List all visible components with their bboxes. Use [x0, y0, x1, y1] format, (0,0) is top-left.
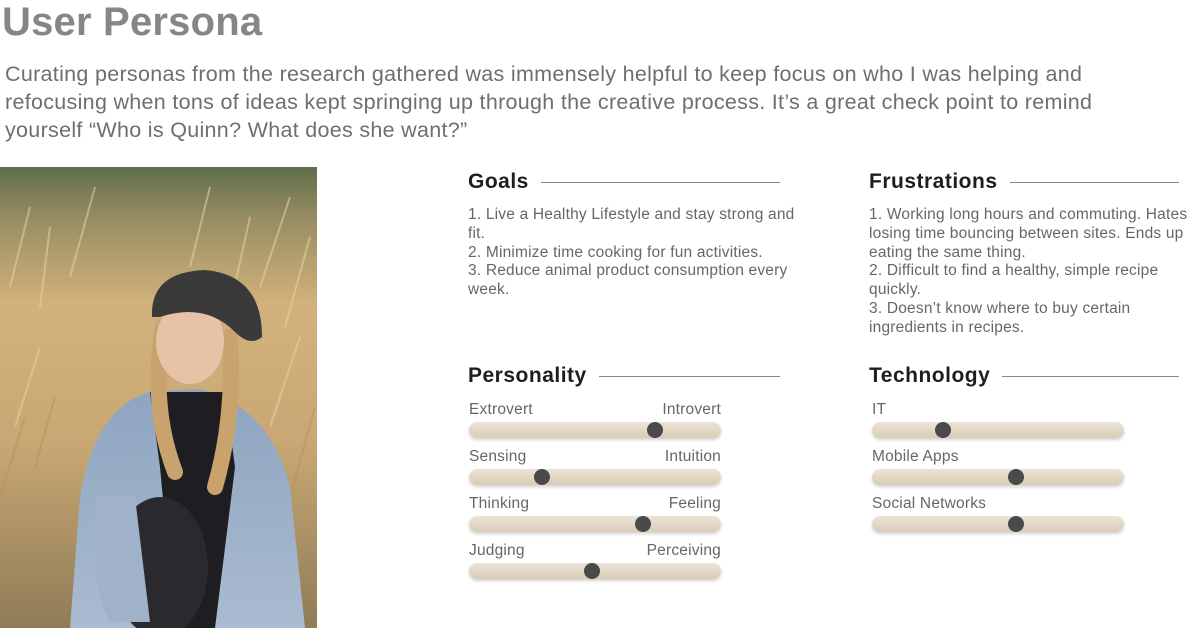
personality-header: Personality	[468, 364, 780, 388]
personality-scale-sensing-intuition: Sensing Intuition	[469, 448, 721, 485]
technology-scale-social-networks: Social Networks	[872, 495, 1124, 532]
scale-right-label: Introvert	[662, 401, 721, 418]
frustration-item: 3. Doesn’t know where to buy certain ing…	[869, 299, 1131, 336]
scale-knob[interactable]	[1007, 516, 1024, 532]
scale-knob[interactable]	[584, 563, 601, 579]
persona-photo	[0, 167, 317, 628]
technology-scale-mobile-apps: Mobile Apps	[872, 448, 1124, 485]
intro-paragraph: Curating personas from the research gath…	[5, 62, 1093, 142]
frustrations-heading: Frustrations	[869, 170, 998, 193]
scale-label: IT	[872, 401, 887, 418]
scale-left-label: Extrovert	[469, 401, 533, 418]
frustration-item: 1. Working long hours and commuting. Hat…	[869, 206, 1188, 261]
scale-track[interactable]	[872, 469, 1124, 485]
goals-heading: Goals	[468, 170, 529, 193]
personality-scale-extrovert-introvert: Extrovert Introvert	[469, 401, 721, 438]
scale-right-label: Feeling	[668, 495, 721, 512]
goals-header: Goals	[468, 170, 780, 194]
scale-track[interactable]	[469, 563, 721, 579]
scale-left-label: Judging	[469, 542, 525, 559]
goals-list: 1. Live a Healthy Lifestyle and stay str…	[468, 206, 798, 300]
frustrations-list: 1. Working long hours and commuting. Hat…	[869, 206, 1189, 338]
page-title: User Persona	[2, 0, 263, 44]
scale-knob[interactable]	[934, 422, 951, 438]
scale-left-label: Sensing	[469, 448, 527, 465]
technology-heading: Technology	[869, 364, 991, 387]
personality-heading: Personality	[468, 364, 587, 387]
technology-divider	[1002, 375, 1179, 377]
personality-divider	[598, 375, 780, 377]
scale-track[interactable]	[469, 516, 721, 532]
goals-divider	[540, 181, 780, 183]
frustration-item: 2. Difficult to find a healthy, simple r…	[869, 262, 1159, 299]
scale-track[interactable]	[469, 422, 721, 438]
technology-header: Technology	[869, 364, 1179, 388]
scale-knob[interactable]	[1007, 469, 1024, 485]
goal-item: 2. Minimize time cooking for fun activit…	[468, 243, 763, 261]
personality-scale-judging-perceiving: Judging Perceiving	[469, 542, 721, 579]
goal-item: 1. Live a Healthy Lifestyle and stay str…	[468, 206, 795, 242]
scale-knob[interactable]	[634, 516, 651, 532]
frustrations-header: Frustrations	[869, 170, 1179, 194]
scale-track[interactable]	[469, 469, 721, 485]
scale-label: Mobile Apps	[872, 448, 959, 465]
scale-knob[interactable]	[647, 422, 664, 438]
scale-left-label: Thinking	[469, 495, 530, 512]
technology-scale-it: IT	[872, 401, 1124, 438]
scale-track[interactable]	[872, 422, 1124, 438]
scale-label: Social Networks	[872, 495, 987, 512]
goal-item: 3. Reduce animal product consumption eve…	[468, 262, 788, 299]
frustrations-divider	[1009, 181, 1179, 183]
scale-knob[interactable]	[534, 469, 551, 485]
scale-right-label: Perceiving	[646, 542, 721, 559]
personality-scale-thinking-feeling: Thinking Feeling	[469, 495, 721, 532]
scale-track[interactable]	[872, 516, 1124, 532]
scale-right-label: Intuition	[664, 448, 721, 465]
